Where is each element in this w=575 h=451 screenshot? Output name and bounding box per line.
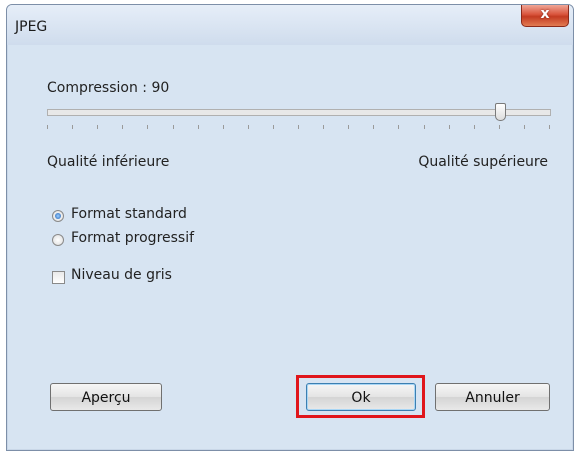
slider-tick <box>147 125 149 129</box>
slider-tick <box>222 125 224 129</box>
grayscale-checkbox[interactable] <box>52 271 65 284</box>
ok-button-highlight-box <box>296 375 425 418</box>
slider-tick <box>298 125 299 129</box>
slider-ticks <box>47 125 550 131</box>
slider-tick <box>97 125 99 129</box>
slider-tick <box>549 125 550 129</box>
quality-high-label: Qualité supérieure <box>418 154 548 170</box>
compression-slider[interactable] <box>47 103 551 121</box>
slider-tick <box>448 125 450 129</box>
slider-tick <box>247 125 249 129</box>
slider-tick <box>373 125 375 129</box>
slider-tick <box>122 125 124 129</box>
format-standard-label[interactable]: Format standard <box>71 206 187 222</box>
slider-tick <box>398 125 400 129</box>
format-progressive-label[interactable]: Format progressif <box>71 230 194 246</box>
slider-tick <box>473 125 475 129</box>
slider-tick <box>423 125 425 129</box>
cancel-button[interactable]: Annuler <box>435 383 550 411</box>
grayscale-label[interactable]: Niveau de gris <box>71 267 172 283</box>
compression-label: Compression : 90 <box>47 80 170 96</box>
window-title: JPEG <box>15 19 48 35</box>
slider-tick <box>272 125 274 129</box>
preview-button[interactable]: Aperçu <box>50 383 162 411</box>
quality-low-label: Qualité inférieure <box>47 154 170 170</box>
slider-tick <box>523 125 525 129</box>
slider-tick <box>348 125 350 129</box>
close-button[interactable]: x <box>521 5 569 27</box>
slider-tick <box>47 125 48 129</box>
compression-slider-thumb[interactable] <box>494 103 506 121</box>
slider-tick <box>323 125 325 129</box>
slider-tick <box>172 125 174 129</box>
title-bar[interactable]: JPEG x <box>7 5 573 45</box>
close-icon: x <box>540 6 550 22</box>
format-progressive-radio[interactable] <box>52 234 64 246</box>
slider-tick <box>498 125 500 129</box>
slider-tick <box>72 125 74 129</box>
slider-tick <box>197 125 199 129</box>
format-standard-radio[interactable] <box>52 210 64 222</box>
